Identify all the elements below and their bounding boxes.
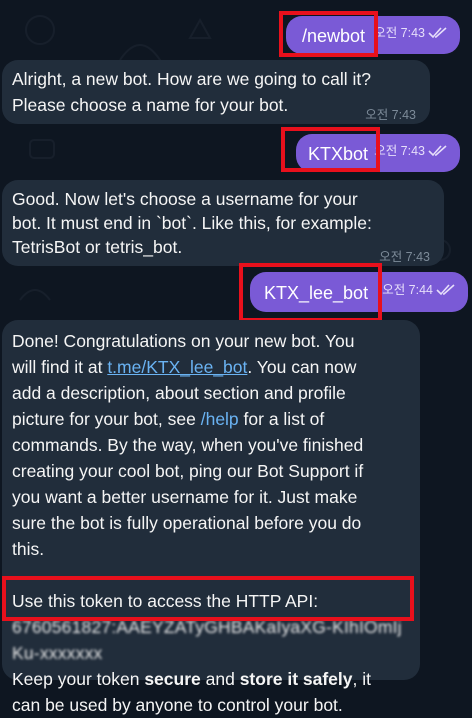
incoming-message[interactable]: Good. Now let's choose a username for yo… (2, 180, 444, 266)
double-check-icon (428, 145, 447, 157)
message-time: 오전 7:44 (382, 277, 456, 303)
message-text: KTX_lee_bot (264, 283, 369, 303)
help-command-link[interactable]: /help (201, 409, 239, 429)
outgoing-message-ktx-lee-bot[interactable]: KTX_lee_bot 오전 7:44 (250, 272, 468, 312)
message-line: will find it at t.me/KTX_lee_bot. You ca… (12, 357, 357, 377)
double-check-icon (436, 284, 455, 296)
message-time: 오전 7:43 (365, 108, 416, 122)
message-line: Alright, a new bot. How are we going to … (12, 69, 371, 89)
bot-link[interactable]: t.me/KTX_lee_bot (107, 357, 247, 377)
message-line: you want a better username for it. Just … (12, 487, 358, 507)
message-time: 오전 7:43 (379, 250, 430, 264)
incoming-message-bot-created[interactable]: Done! Congratulations on your new bot. Y… (2, 320, 420, 715)
message-line: sure the bot is fully operational before… (12, 513, 362, 533)
api-token-line[interactable]: 6760561827:AAEYZATyGHBAKaIyaXG-KIhIOmIj (12, 614, 422, 640)
message-time: 오전 7:43 (374, 20, 448, 46)
double-check-icon (428, 27, 447, 39)
message-line: can be used by anyone to control your bo… (12, 695, 343, 715)
message-line: this. (12, 539, 45, 559)
message-line: Done! Congratulations on your new bot. Y… (12, 331, 355, 351)
outgoing-message-newbot[interactable]: /newbot 오전 7:43 (286, 16, 460, 54)
message-line: bot. It must end in `bot`. Like this, fo… (12, 213, 372, 233)
message-line: Use this token to access the HTTP API: (12, 591, 319, 611)
message-line: Keep your token secure and store it safe… (12, 669, 371, 689)
message-line: picture for your bot, see /help for a li… (12, 409, 325, 429)
outgoing-message-ktxbot[interactable]: KTXbot 오전 7:43 (296, 134, 460, 172)
message-line: Good. Now let's choose a username for yo… (12, 189, 358, 209)
message-line: commands. By the way, when you've finish… (12, 435, 364, 455)
message-text: /newbot (302, 26, 366, 46)
incoming-message[interactable]: Alright, a new bot. How are we going to … (2, 60, 430, 124)
message-line: creating your cool bot, ping our Bot Sup… (12, 461, 364, 481)
message-line: add a description, about section and pro… (12, 383, 346, 403)
message-body: Done! Congratulations on your new bot. Y… (12, 328, 422, 718)
message-time: 오전 7:43 (374, 138, 448, 164)
message-line: Please choose a name for your bot. (12, 95, 289, 115)
message-line: TetrisBot or tetris_bot. (12, 237, 183, 257)
message-text: KTXbot (308, 144, 369, 164)
api-token-line[interactable]: Ku-xxxxxxx (12, 640, 422, 666)
